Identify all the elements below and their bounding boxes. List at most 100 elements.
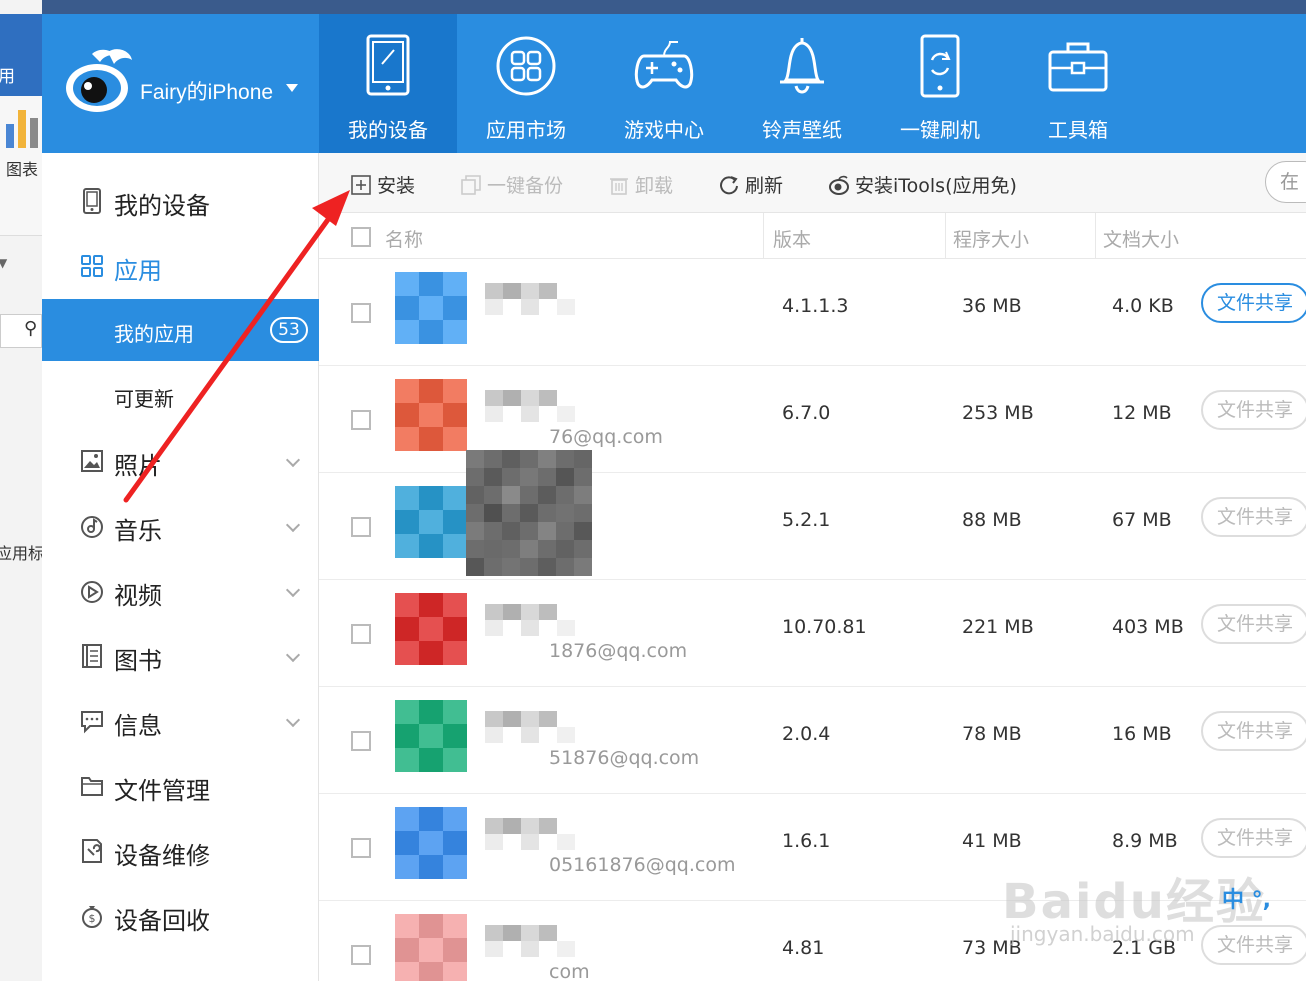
refresh-button[interactable]: 刷新 — [719, 171, 783, 197]
sidebar-item-photos[interactable]: 照片 — [42, 431, 319, 493]
app-program-size: 88 MB — [962, 509, 1022, 531]
file-share-button[interactable]: 文件共享 — [1201, 283, 1306, 323]
device-selector[interactable]: Fairy的iPhone — [42, 14, 319, 153]
chevron-down-icon[interactable] — [285, 452, 301, 468]
row-checkbox[interactable] — [351, 303, 371, 323]
app-account: 76@qq.com — [549, 426, 663, 448]
sidebar-item-label: 设备维修 — [114, 842, 210, 870]
sidebar-item-label: 设备回收 — [114, 907, 210, 935]
sidebar-item-device-repair[interactable]: 设备维修 — [42, 821, 319, 883]
chevron-down-icon[interactable] — [285, 517, 301, 533]
app-program-size: 36 MB — [962, 295, 1022, 317]
column-header-name[interactable]: 名称 — [385, 225, 423, 252]
sidebar-item-label: 照片 — [114, 452, 162, 480]
column-divider — [1095, 213, 1096, 259]
sidebar-item-updatable[interactable]: 可更新 — [42, 364, 319, 426]
toolbox-icon — [1048, 42, 1108, 92]
install-label: 安装 — [377, 175, 416, 197]
select-all-checkbox[interactable] — [351, 227, 371, 247]
app-account: 51876@qq.com — [549, 747, 700, 769]
row-checkbox[interactable] — [351, 624, 371, 644]
row-checkbox[interactable] — [351, 838, 371, 858]
tab-game-center[interactable]: 游戏中心 — [595, 14, 733, 153]
sidebar-item-my-device[interactable]: 我的设备 — [42, 171, 319, 233]
sidebar-item-apps[interactable]: 应用 — [42, 236, 319, 298]
sidebar-item-video[interactable]: 视频 — [42, 561, 319, 623]
background-titlebar — [0, 0, 1306, 14]
app-version: 10.70.81 — [782, 616, 867, 638]
column-divider — [763, 213, 764, 259]
app-program-size: 41 MB — [962, 830, 1022, 852]
uninstall-label: 卸载 — [635, 175, 674, 197]
search-input[interactable]: 在 — [1265, 161, 1306, 203]
sidebar-item-music[interactable]: 音乐 — [42, 496, 319, 558]
tab-one-click-flash[interactable]: 一键刷机 — [871, 14, 1009, 153]
app-account: com — [549, 961, 590, 981]
install-itools-button[interactable]: 安装iTools(应用免) — [829, 171, 1017, 197]
device-name[interactable]: Fairy的iPhone — [140, 76, 273, 106]
sidebar-item-messages[interactable]: 信息 — [42, 691, 319, 753]
caret-down-icon[interactable] — [286, 84, 298, 92]
tab-label: 一键刷机 — [900, 118, 980, 142]
search-icon[interactable]: ⚲ — [24, 318, 37, 339]
row-checkbox[interactable] — [351, 945, 371, 965]
row-checkbox[interactable] — [351, 731, 371, 751]
tab-toolbox[interactable]: 工具箱 — [1009, 14, 1147, 153]
column-header-program-size[interactable]: 程序大小 — [953, 225, 1029, 252]
bell-icon — [780, 38, 824, 94]
app-doc-size: 16 MB — [1112, 723, 1172, 745]
table-header: 名称 版本 程序大小 文档大小 — [319, 213, 1306, 259]
sidebar-item-device-recycle[interactable]: $ 设备回收 — [42, 886, 319, 948]
table-row[interactable]: 51876@qq.com 2.0.4 78 MB 16 MB 文件共享 — [319, 687, 1306, 794]
sidebar-item-label: 信息 — [114, 712, 162, 740]
file-share-button[interactable]: 文件共享 — [1201, 711, 1306, 751]
app-version: 1.6.1 — [782, 830, 831, 852]
chevron-down-icon[interactable] — [285, 712, 301, 728]
photo-icon — [81, 450, 103, 472]
chevron-down-icon[interactable] — [285, 582, 301, 598]
column-header-version[interactable]: 版本 — [773, 225, 811, 252]
app-doc-size: 403 MB — [1112, 616, 1184, 638]
install-button[interactable]: 安装 — [351, 171, 415, 197]
column-header-doc-size[interactable]: 文档大小 — [1103, 225, 1179, 252]
chart-icon — [6, 110, 38, 148]
table-row[interactable]: 1876@qq.com 10.70.81 221 MB 403 MB 文件共享 — [319, 580, 1306, 687]
app-doc-size: 12 MB — [1112, 402, 1172, 424]
sidebar-item-label: 音乐 — [114, 517, 162, 545]
tab-app-market[interactable]: 应用市场 — [457, 14, 595, 153]
table-row[interactable]: 4.1.1.3 36 MB 4.0 KB 文件共享 — [319, 259, 1306, 366]
uninstall-button[interactable]: 卸载 — [609, 171, 673, 197]
sidebar-item-books[interactable]: 图书 — [42, 626, 319, 688]
file-share-button[interactable]: 文件共享 — [1201, 604, 1306, 644]
sidebar-item-file-manager[interactable]: 文件管理 — [42, 756, 319, 818]
app-icon — [395, 486, 467, 558]
sidebar-item-label: 图书 — [114, 647, 162, 675]
app-version: 2.0.4 — [782, 723, 831, 745]
tab-ringtone-wallpaper[interactable]: 铃声壁纸 — [733, 14, 871, 153]
backup-button[interactable]: 一键备份 — [461, 171, 563, 197]
svg-text:$: $ — [89, 912, 96, 925]
background-chart-label: 图表 — [6, 160, 39, 179]
itools-logo-icon — [66, 49, 132, 112]
app-icon — [395, 914, 467, 981]
copy-icon — [461, 175, 481, 195]
screenshot-stage: 用 图表 ▼ ⚲ 应用标 Fairy的iPhone 我的设备 应用市场 游戏中心… — [0, 0, 1306, 981]
row-checkbox[interactable] — [351, 410, 371, 430]
app-program-size: 78 MB — [962, 723, 1022, 745]
chevron-down-icon[interactable] — [285, 647, 301, 663]
trash-icon — [610, 178, 628, 195]
file-share-button[interactable]: 文件共享 — [1201, 497, 1306, 537]
app-grid-icon — [496, 36, 556, 96]
file-share-button[interactable]: 文件共享 — [1201, 390, 1306, 430]
apps-icon — [81, 255, 103, 277]
tab-my-device[interactable]: 我的设备 — [319, 14, 457, 153]
file-share-button[interactable]: 文件共享 — [1201, 818, 1306, 858]
folder-icon — [81, 777, 103, 796]
ime-indicator[interactable]: 中 °, — [1222, 882, 1271, 914]
sidebar-item-my-apps[interactable]: 我的应用 53 — [42, 299, 319, 361]
chevron-down-icon: ▼ — [0, 256, 8, 270]
row-checkbox[interactable] — [351, 517, 371, 537]
tab-label: 应用市场 — [486, 118, 566, 142]
app-version: 4.81 — [782, 937, 825, 959]
recycle-icon: $ — [82, 906, 102, 928]
